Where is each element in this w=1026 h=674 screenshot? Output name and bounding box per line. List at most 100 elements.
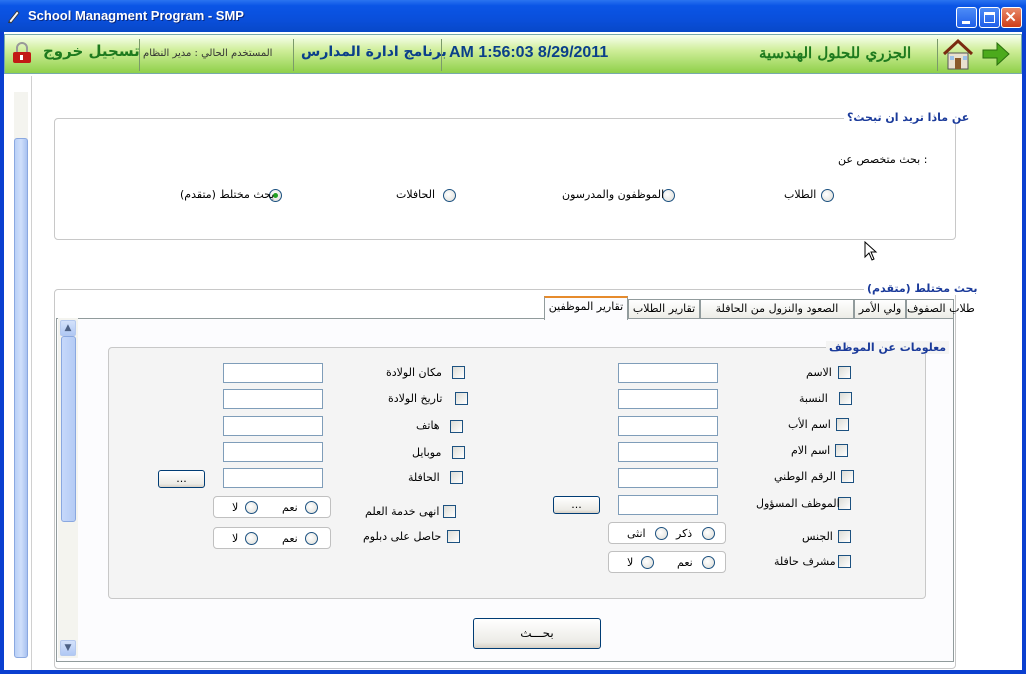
advanced-group-title: بحث مختلط (متقدم) — [864, 282, 981, 295]
field-label-father-name: اسم الأب — [788, 418, 831, 431]
input-mother-name[interactable] — [618, 442, 718, 462]
input-birth-place[interactable] — [223, 363, 323, 383]
search-button[interactable]: بحـــث — [473, 618, 601, 649]
checkbox-birth-place[interactable] — [452, 366, 465, 379]
radio-students-label: الطلاب — [784, 188, 817, 201]
field-label-phone: هاتف — [416, 419, 440, 432]
radio-bus-supervisor-no-label: لا — [627, 556, 634, 569]
lock-icon[interactable] — [11, 41, 33, 65]
field-label-bus: الحافلة — [408, 471, 440, 484]
input-name[interactable] — [618, 363, 718, 383]
checkbox-mother-name[interactable] — [835, 444, 848, 457]
checkbox-birth-date[interactable] — [455, 392, 468, 405]
tab-scrollbar-thumb[interactable] — [61, 336, 76, 522]
field-label-birth-place: مكان الولادة — [386, 366, 442, 379]
radio-bus-supervisor-no[interactable] — [641, 556, 654, 569]
logout-link[interactable]: تسجيل خروج — [43, 42, 140, 60]
input-birth-date[interactable] — [223, 389, 323, 409]
input-mobile[interactable] — [223, 442, 323, 462]
input-father-name[interactable] — [618, 416, 718, 436]
radio-staff-label: الموظفون والمدرسون — [562, 188, 665, 201]
checkbox-name[interactable] — [838, 366, 851, 379]
maximize-button[interactable] — [979, 7, 1000, 28]
datetime-display: AM 1:56:03 8/29/2011 — [449, 44, 609, 61]
search-group-title: عن ماذا تريد ان تبحث؟ — [844, 111, 973, 124]
program-name: برنامج ادارة المدارس — [301, 44, 447, 60]
close-icon — [1005, 11, 1016, 22]
radio-advanced-label: بحث مختلط (متقدم) — [180, 188, 275, 201]
gender-radio-group: ذكر انثى — [608, 522, 726, 544]
radio-diploma-yes-label: نعم — [282, 532, 298, 545]
field-label-lineage: النسبة — [799, 392, 828, 405]
checkbox-lineage[interactable] — [839, 392, 852, 405]
search-target-group — [54, 118, 956, 240]
minimize-icon — [962, 21, 970, 24]
field-label-responsible-employee: الموظف المسؤول — [756, 497, 840, 510]
field-label-birth-date: تاريخ الولادة — [388, 392, 443, 405]
window-bottom-border — [0, 670, 1026, 674]
checkbox-bus-supervisor[interactable] — [838, 555, 851, 568]
checkbox-gender[interactable] — [838, 530, 851, 543]
radio-female[interactable] — [655, 527, 668, 540]
scroll-up-icon[interactable]: ▲ — [60, 320, 76, 336]
tab-guardian[interactable]: ولي الأمر — [854, 299, 906, 319]
checkbox-bus[interactable] — [450, 471, 463, 484]
radio-military-no-label: لا — [232, 501, 239, 514]
radio-diploma-no-label: لا — [232, 532, 239, 545]
close-button[interactable] — [1001, 7, 1022, 28]
minimize-button[interactable] — [956, 7, 977, 28]
radio-male[interactable] — [702, 527, 715, 540]
checkbox-national-id[interactable] — [841, 470, 854, 483]
radio-bus-supervisor-yes-label: نعم — [677, 556, 693, 569]
header-bar: تسجيل خروج المستخدم الحالي : مدير النظام… — [4, 34, 1022, 74]
title-bar[interactable]: School Managment Program - SMP — [0, 0, 1026, 32]
window-title: School Managment Program - SMP — [28, 8, 244, 23]
field-label-mobile: موبايل — [412, 446, 442, 459]
home-icon[interactable] — [941, 37, 975, 71]
browse-responsible-button[interactable]: ... — [553, 496, 600, 514]
radio-diploma-no[interactable] — [245, 532, 258, 545]
radio-military-no[interactable] — [245, 501, 258, 514]
checkbox-father-name[interactable] — [836, 418, 849, 431]
maximize-icon — [984, 12, 995, 23]
radio-diploma-yes[interactable] — [305, 532, 318, 545]
tab-student-reports[interactable]: تقارير الطلاب — [628, 299, 700, 319]
arrow-right-icon[interactable] — [981, 39, 1011, 69]
radio-military-yes[interactable] — [305, 501, 318, 514]
radio-students[interactable] — [821, 189, 834, 202]
browse-bus-button[interactable]: ... — [158, 470, 205, 488]
tab-scrollbar[interactable]: ▲ ▼ — [58, 318, 78, 658]
input-responsible-employee[interactable] — [618, 495, 718, 515]
radio-buses[interactable] — [443, 189, 456, 202]
radio-bus-supervisor-yes[interactable] — [702, 556, 715, 569]
pen-icon — [8, 10, 20, 24]
header-divider — [441, 39, 442, 71]
input-bus[interactable] — [223, 468, 323, 488]
diploma-radio-group: نعم لا — [213, 527, 331, 549]
tab-class-students[interactable]: طلاب الصفوف — [906, 299, 975, 319]
header-divider — [293, 39, 294, 71]
checkbox-responsible-employee[interactable] — [838, 497, 851, 510]
field-label-diploma: حاصل على دبلوم — [363, 530, 442, 543]
left-scrollbar-thumb[interactable] — [14, 138, 28, 658]
employee-panel-title: معلومات عن الموظف — [826, 341, 950, 354]
radio-military-yes-label: نعم — [282, 501, 298, 514]
input-phone[interactable] — [223, 416, 323, 436]
scroll-down-icon[interactable]: ▼ — [60, 640, 76, 656]
checkbox-phone[interactable] — [450, 420, 463, 433]
checkbox-mobile[interactable] — [452, 446, 465, 459]
checkbox-diploma[interactable] — [447, 530, 460, 543]
field-label-mother-name: اسم الام — [791, 444, 831, 457]
field-label-name: الاسم — [806, 366, 832, 379]
military-service-radio-group: نعم لا — [213, 496, 331, 518]
tab-bus-boarding[interactable]: الصعود والنزول من الحافلة — [700, 299, 854, 319]
field-label-national-id: الرقم الوطني — [774, 470, 836, 483]
header-divider — [139, 39, 140, 71]
input-national-id[interactable] — [618, 468, 718, 488]
company-name: الجزري للحلول الهندسية — [759, 44, 912, 62]
checkbox-military-service[interactable] — [443, 505, 456, 518]
tab-employee-reports[interactable]: تقارير الموظفين — [544, 296, 628, 320]
field-label-military-service: انهى خدمة العلم — [365, 505, 440, 518]
radio-buses-label: الحافلات — [396, 188, 436, 201]
input-lineage[interactable] — [618, 389, 718, 409]
